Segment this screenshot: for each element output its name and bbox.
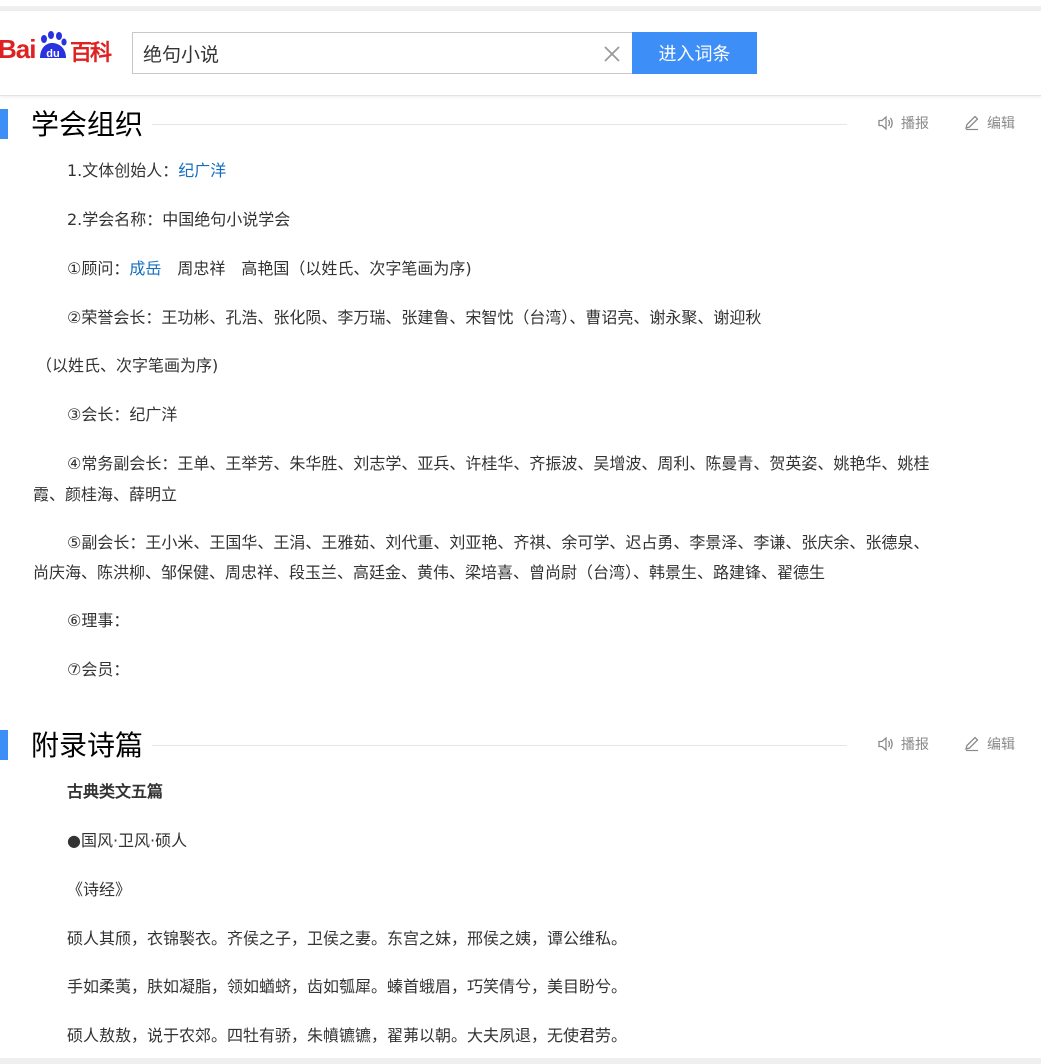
search-box [132, 32, 632, 74]
baidu-baike-logo[interactable]: Bai du 百科 [0, 30, 122, 66]
section-header-poems: 附录诗篇 播报 编辑 [0, 724, 1041, 764]
enter-entry-button[interactable]: 进入词条 [632, 32, 757, 74]
advisors-line: ①顾问：成岳 周忠祥 高艳国（以姓氏、次字笔画为序) [33, 255, 1023, 283]
honorary-presidents-line: ②荣誉会长：王功彬、孔浩、张化陨、李万瑞、张建鲁、宋智忱（台湾）、曹诏亮、谢永聚… [67, 308, 762, 327]
founder-label: 1.文体创始人： [67, 161, 179, 180]
vice-presidents-line1: ⑤副会长：王小米、王国华、王涓、王雅茹、刘代重、刘亚艳、齐祺、余可学、迟占勇、李… [67, 533, 930, 552]
members-line: ⑦会员： [67, 660, 130, 679]
advisors-label: ①顾问： [67, 259, 130, 278]
poem-title: ●国风·卫风·硕人 [67, 831, 188, 850]
section-rule [152, 745, 847, 746]
exec-vice-presidents-line1: ④常务副会长：王单、王举芳、朱华胜、刘志学、亚兵、许桂华、齐振波、吴增波、周利、… [67, 454, 930, 473]
section-marker [0, 730, 8, 760]
section-marker [0, 109, 8, 139]
section-title: 学会组织 [31, 108, 144, 141]
poem-line: 硕人敖敖，说于农郊。四牡有骄，朱幩镳镳，翟茀以朝。大夫夙退，无使君劳。 [67, 1026, 628, 1045]
play-label: 播报 [901, 116, 929, 132]
pencil-icon [965, 736, 979, 752]
poem-line: 手如柔荑，肤如凝脂，领如蝤蛴，齿如瓠犀。螓首蛾眉，巧笑倩兮，美目盼兮。 [67, 977, 628, 996]
poem-line: 硕人其颀，衣锦褧衣。齐侯之子，卫侯之妻。东宫之妹，邢侯之姨，谭公维私。 [67, 929, 628, 948]
logo-text-du: du [46, 48, 59, 60]
play-button[interactable]: 播报 [877, 113, 929, 133]
bottom-divider [0, 1058, 1041, 1064]
speaker-icon [878, 115, 893, 131]
speaker-icon [878, 736, 893, 752]
edit-button[interactable]: 编辑 [963, 734, 1015, 754]
founder-line: 1.文体创始人：纪广洋 [33, 157, 1023, 185]
poem-source: 《诗经》 [67, 880, 132, 899]
directors-line: ⑥理事： [67, 611, 130, 630]
section-title: 附录诗篇 [31, 729, 144, 762]
poems-heading: 古典类文五篇 [67, 782, 164, 801]
search-input[interactable] [143, 41, 583, 65]
section-rule [152, 124, 847, 125]
edit-label: 编辑 [987, 116, 1015, 132]
edit-button[interactable]: 编辑 [963, 113, 1015, 133]
order-note-line: （以姓氏、次字笔画为序) [36, 356, 219, 375]
vice-presidents-line2: 尚庆海、陈洪柳、邹保健、周忠祥、段玉兰、高廷金、黄伟、梁培喜、曾尚尉（台湾）、韩… [33, 563, 826, 582]
section-header-org: 学会组织 播报 编辑 [0, 103, 1041, 143]
edit-label: 编辑 [987, 737, 1015, 753]
clear-icon[interactable] [602, 44, 622, 64]
logo-text-bai: Bai [0, 34, 36, 64]
society-name-line: 2.学会名称：中国绝句小说学会 [67, 210, 291, 229]
play-button[interactable]: 播报 [877, 734, 929, 754]
founder-link[interactable]: 纪广洋 [178, 161, 226, 180]
play-label: 播报 [901, 737, 929, 753]
president-line: ③会长：纪广洋 [67, 405, 178, 424]
exec-vice-presidents-line2: 霞、颜桂海、薛明立 [33, 485, 178, 504]
paw-icon: du [40, 31, 67, 60]
pencil-icon [965, 115, 979, 131]
advisor-link[interactable]: 成岳 [129, 259, 161, 278]
advisors-rest: 周忠祥 高艳国（以姓氏、次字笔画为序) [161, 259, 472, 278]
logo-text-baike: 百科 [70, 41, 112, 66]
